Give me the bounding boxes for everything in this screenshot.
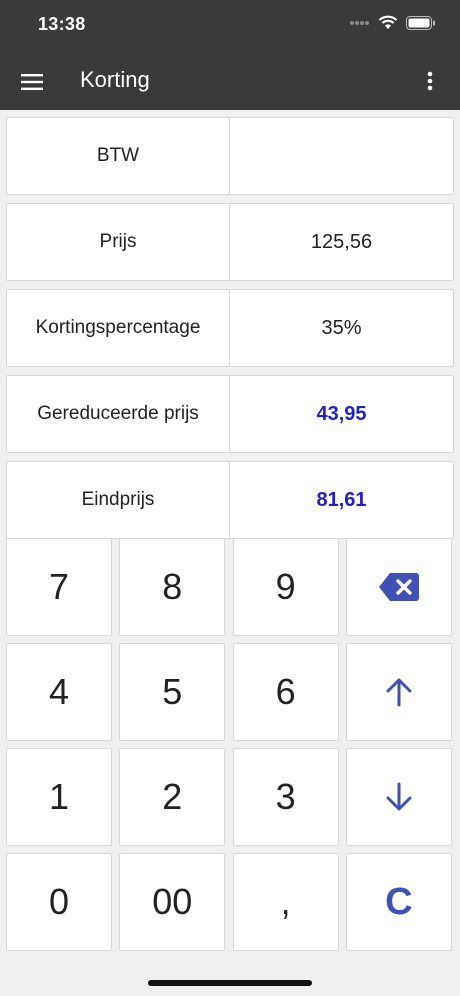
- menu-button[interactable]: [18, 68, 46, 96]
- signal-icon: [350, 20, 369, 25]
- keypad: 7 8 9 4 5 6 1 2 3 0 00 , C: [6, 538, 454, 952]
- clear-button[interactable]: C: [345, 853, 452, 951]
- move-up-button[interactable]: [345, 643, 452, 741]
- status-bar: 13:38: [0, 0, 460, 52]
- arrow-up-icon: [386, 678, 412, 707]
- backspace-button[interactable]: [345, 538, 452, 636]
- backspace-icon: [378, 573, 419, 601]
- page-title: Korting: [80, 67, 150, 92]
- key-00[interactable]: 00: [119, 853, 226, 951]
- key-3[interactable]: 3: [232, 748, 339, 846]
- key-4[interactable]: 4: [6, 643, 112, 741]
- more-options-button[interactable]: [416, 67, 444, 95]
- key-comma[interactable]: ,: [232, 853, 339, 951]
- status-icons: [350, 15, 436, 30]
- row-label: Gereduceerde prijs: [7, 376, 230, 452]
- move-down-button[interactable]: [345, 748, 452, 846]
- row-label: Prijs: [7, 204, 230, 280]
- btw-value[interactable]: [230, 118, 453, 194]
- app-bar: Korting: [0, 52, 460, 110]
- key-0[interactable]: 0: [6, 853, 112, 951]
- home-indicator[interactable]: [148, 980, 312, 986]
- battery-icon: [406, 15, 435, 30]
- final-price-value: 81,61: [316, 488, 367, 511]
- row-eindprijs: Eindprijs 81,61: [6, 461, 454, 539]
- reduced-price-value: 43,95: [316, 402, 367, 425]
- key-2[interactable]: 2: [119, 748, 226, 846]
- wifi-icon: [378, 15, 398, 29]
- row-prijs[interactable]: Prijs 125,56: [6, 203, 454, 281]
- discount-percentage-value[interactable]: 35%: [230, 290, 453, 366]
- row-gereduceerde-prijs: Gereduceerde prijs 43,95: [6, 375, 454, 453]
- more-vert-icon: [427, 71, 433, 91]
- key-6[interactable]: 6: [232, 643, 339, 741]
- row-btw[interactable]: BTW: [6, 117, 454, 195]
- menu-icon: [21, 74, 43, 90]
- key-8[interactable]: 8: [119, 538, 226, 636]
- row-kortingspercentage[interactable]: Kortingspercentage 35%: [6, 289, 454, 367]
- key-7[interactable]: 7: [6, 538, 112, 636]
- price-value[interactable]: 125,56: [230, 204, 453, 280]
- row-label: BTW: [7, 118, 230, 194]
- key-9[interactable]: 9: [232, 538, 339, 636]
- row-label: Kortingspercentage: [7, 290, 230, 366]
- calculation-rows: BTW Prijs 125,56 Kortingspercentage 35% …: [6, 117, 454, 547]
- key-1[interactable]: 1: [6, 748, 112, 846]
- key-5[interactable]: 5: [119, 643, 226, 741]
- status-time: 13:38: [38, 14, 86, 34]
- arrow-down-icon: [386, 782, 412, 811]
- row-label: Eindprijs: [7, 462, 230, 538]
